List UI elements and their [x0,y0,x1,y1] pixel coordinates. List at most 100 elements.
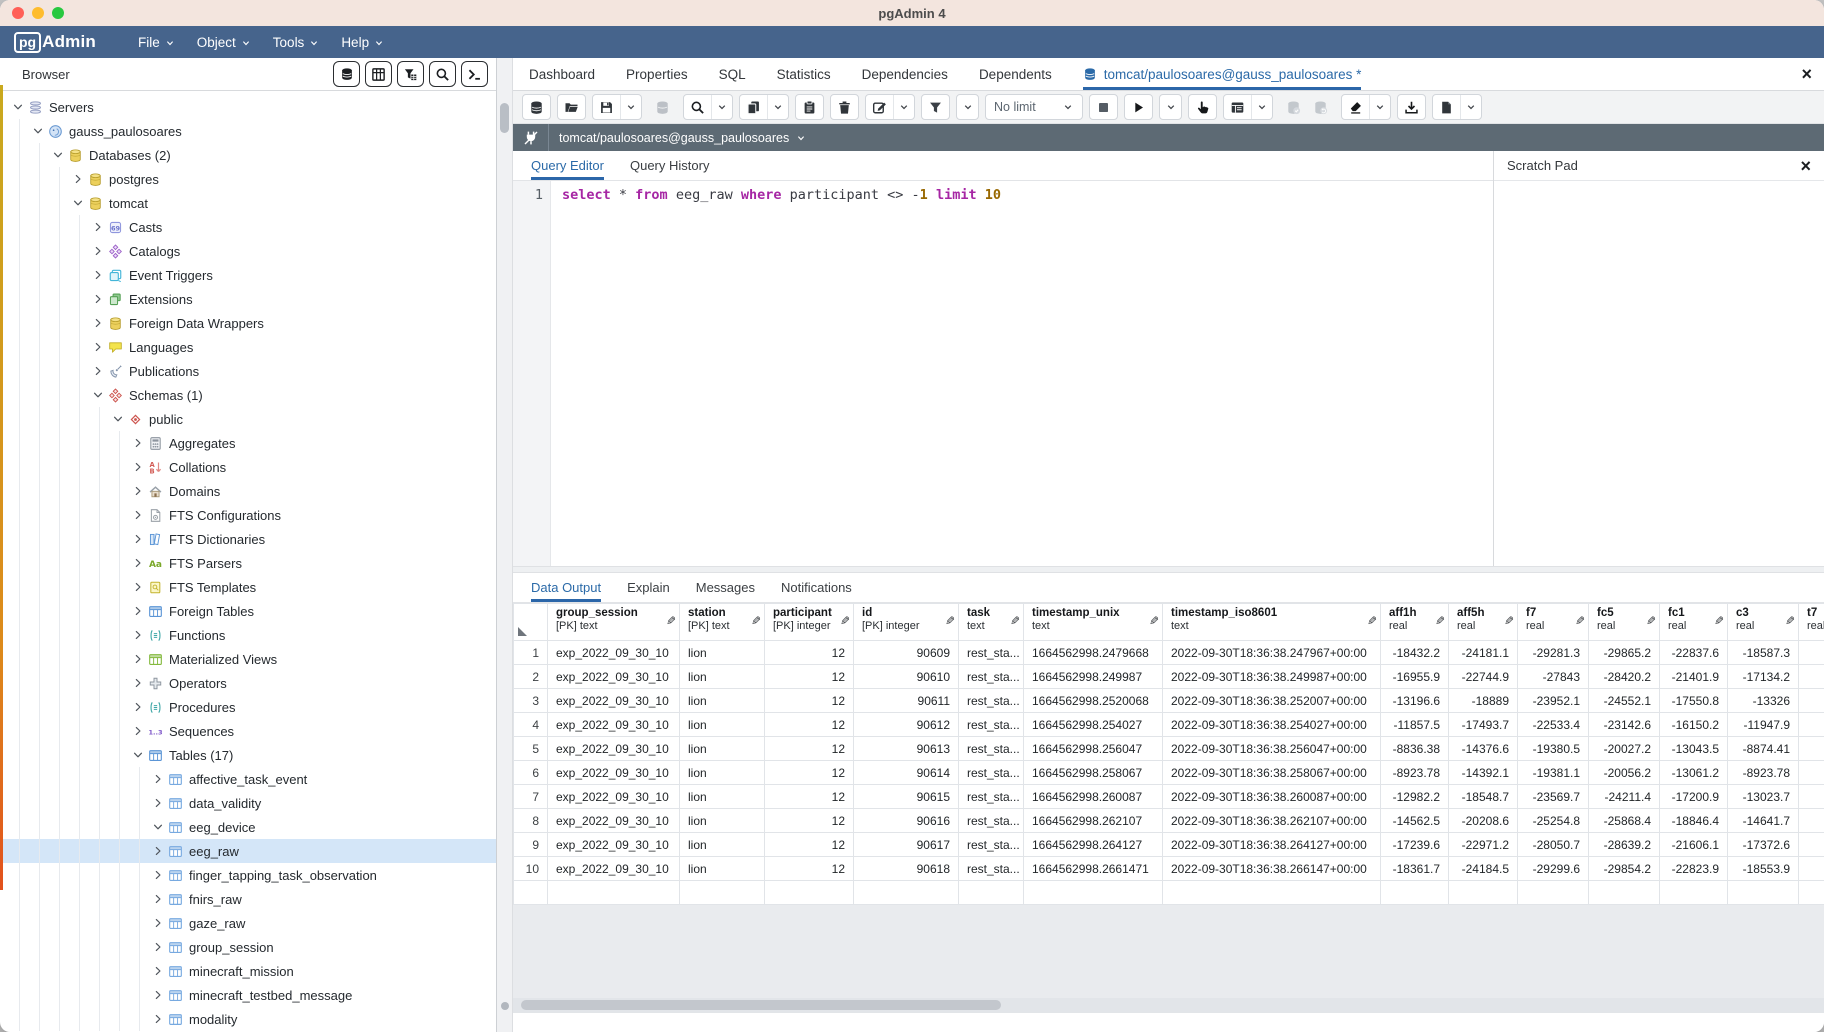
cell-t7[interactable]: - [1799,833,1824,857]
cell-fc1[interactable]: -17200.9 [1660,785,1728,809]
tree-item-casts[interactable]: 69Casts [0,215,496,239]
column-header-f7[interactable]: f7real✎ [1518,604,1589,641]
cell-fc1[interactable]: -21401.9 [1660,665,1728,689]
tab-query-tool-active[interactable]: tomcat/paulosoares@gauss_paulosoares * [1083,58,1362,90]
menu-file[interactable]: File [126,26,185,58]
cell-f7[interactable]: -19381.1 [1518,761,1589,785]
cell-f7[interactable]: -28050.7 [1518,833,1589,857]
sql-query-line[interactable]: select * from eeg_raw where participant … [551,181,1001,566]
menu-help[interactable]: Help [329,26,394,58]
cell-station[interactable]: lion [680,689,765,713]
cell-fc5[interactable]: -23142.6 [1589,713,1660,737]
tab-query-editor[interactable]: Query Editor [531,151,604,180]
cell-timestamp_unix[interactable]: 1664562998.2520068 [1024,689,1163,713]
cell-f7[interactable]: -25254.8 [1518,809,1589,833]
cell-group_session[interactable]: exp_2022_09_30_10 [548,785,680,809]
cell-task[interactable]: rest_sta... [959,833,1024,857]
edit-column-icon[interactable]: ✎ [840,614,850,628]
empty-cell[interactable] [1024,881,1163,905]
tab-dashboard[interactable]: Dashboard [529,58,595,90]
cell-timestamp_iso8601[interactable]: 2022-09-30T18:36:38.258067+00:00 [1163,761,1381,785]
chevron-right-icon[interactable] [148,773,167,785]
cell-aff1h[interactable]: -14562.5 [1381,809,1449,833]
menu-object[interactable]: Object [185,26,261,58]
chevron-right-icon[interactable] [148,941,167,953]
tree-item-publications[interactable]: Publications [0,359,496,383]
cell-aff1h[interactable]: -11857.5 [1381,713,1449,737]
cell-station[interactable]: lion [680,641,765,665]
cell-fc1[interactable]: -13043.5 [1660,737,1728,761]
chevron-down-icon[interactable] [8,101,27,113]
sql-file-button[interactable] [333,61,360,87]
cell-fc1[interactable]: -22837.6 [1660,641,1728,665]
cell-station[interactable]: lion [680,857,765,881]
play-button[interactable] [1125,95,1152,119]
chevron-right-icon[interactable] [128,677,147,689]
tree-item-tables-17-[interactable]: Tables (17) [0,743,496,767]
cell-task[interactable]: rest_sta... [959,737,1024,761]
tree-item-fts-parsers[interactable]: AaFTS Parsers [0,551,496,575]
tree-item-finger-tapping-task-observation[interactable]: finger_tapping_task_observation [0,863,496,887]
tree-item-modality[interactable]: modality [0,1007,496,1031]
empty-cell[interactable] [1728,881,1799,905]
column-header-group_session[interactable]: group_session[PK] text✎ [548,604,680,641]
cell-id[interactable]: 90611 [854,689,959,713]
grid-view-button[interactable] [365,61,392,87]
tree-item-collations[interactable]: ABCollations [0,455,496,479]
column-header-aff5h[interactable]: aff5hreal✎ [1449,604,1518,641]
cell-fc5[interactable]: -24552.1 [1589,689,1660,713]
tab-sql[interactable]: SQL [719,58,746,90]
cell-participant[interactable]: 12 [765,809,854,833]
cell-t7[interactable]: - [1799,665,1824,689]
cell-task[interactable]: rest_sta... [959,785,1024,809]
tree-item-fts-dictionaries[interactable]: FTS Dictionaries [0,527,496,551]
cell-task[interactable]: rest_sta... [959,761,1024,785]
empty-cell[interactable] [514,881,548,905]
search-button[interactable] [684,95,711,119]
cell-aff5h[interactable]: -18889 [1449,689,1518,713]
edit-button[interactable] [866,95,893,119]
cell-id[interactable]: 90616 [854,809,959,833]
cell-participant[interactable]: 12 [765,665,854,689]
cell-aff1h[interactable]: -8923.78 [1381,761,1449,785]
edit-column-icon[interactable]: ✎ [945,614,955,628]
cell-id[interactable]: 90610 [854,665,959,689]
chevron-down-icon[interactable] [88,389,107,401]
cell-f7[interactable]: -19380.5 [1518,737,1589,761]
caret-down-button[interactable] [1251,95,1272,119]
cell-timestamp_iso8601[interactable]: 2022-09-30T18:36:38.247967+00:00 [1163,641,1381,665]
cell-f7[interactable]: -29299.6 [1518,857,1589,881]
empty-cell[interactable] [854,881,959,905]
cell-station[interactable]: lion [680,737,765,761]
chevron-right-icon[interactable] [88,341,107,353]
empty-cell[interactable] [959,881,1024,905]
chevron-down-icon[interactable] [148,821,167,833]
tree-item-minecraft-testbed-message[interactable]: minecraft_testbed_message [0,983,496,1007]
cell-id[interactable]: 90612 [854,713,959,737]
chevron-right-icon[interactable] [128,557,147,569]
column-header-c3[interactable]: c3real✎ [1728,604,1799,641]
chevron-down-icon[interactable] [108,413,127,425]
cell-fc5[interactable]: -29865.2 [1589,641,1660,665]
edit-column-icon[interactable]: ✎ [1714,614,1724,628]
browser-scrollbar[interactable] [497,58,513,1032]
empty-cell[interactable] [1449,881,1518,905]
cell-aff5h[interactable]: -22971.2 [1449,833,1518,857]
empty-cell[interactable] [1518,881,1589,905]
connection-selector[interactable]: tomcat/paulosoares@gauss_paulosoares [559,131,806,145]
empty-cell[interactable] [1163,881,1381,905]
column-header-fc1[interactable]: fc1real✎ [1660,604,1728,641]
row-number[interactable]: 6 [514,761,548,785]
chevron-down-icon[interactable] [68,197,87,209]
cell-c3[interactable]: -13326 [1728,689,1799,713]
cell-timestamp_unix[interactable]: 1664562998.2479668 [1024,641,1163,665]
chevron-right-icon[interactable] [128,437,147,449]
cell-f7[interactable]: -23569.7 [1518,785,1589,809]
cell-aff1h[interactable]: -16955.9 [1381,665,1449,689]
cell-task[interactable]: rest_sta... [959,665,1024,689]
scrollbar-thumb[interactable] [500,103,509,133]
cell-aff1h[interactable]: -18432.2 [1381,641,1449,665]
caret-down-button[interactable] [1460,95,1481,119]
cell-participant[interactable]: 12 [765,689,854,713]
copy-button[interactable] [740,95,767,119]
